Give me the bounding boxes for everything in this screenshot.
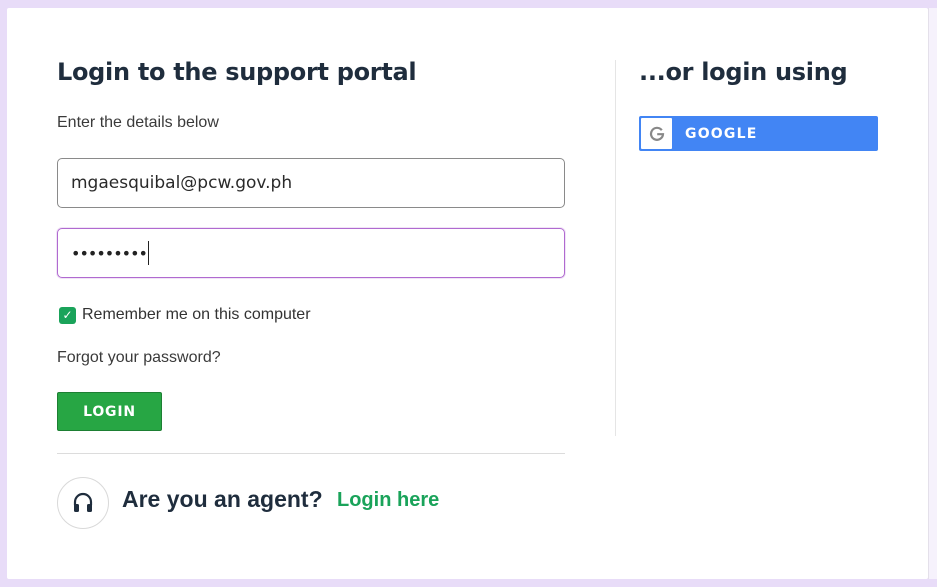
vertical-divider — [615, 60, 616, 436]
remember-me-checkbox[interactable]: ✓ Remember me on this computer — [59, 306, 311, 324]
remember-me-label: Remember me on this computer — [82, 306, 311, 323]
login-title: Login to the support portal — [57, 58, 417, 86]
agent-question: Are you an agent? — [122, 486, 323, 512]
text-caret — [147, 241, 149, 265]
login-subtitle: Enter the details below — [57, 114, 219, 131]
google-g-icon — [641, 118, 672, 149]
headset-icon — [57, 477, 109, 529]
page-scroll-edge — [928, 8, 937, 579]
password-field[interactable]: ••••••••• — [57, 228, 565, 278]
checkbox-checked-icon: ✓ — [59, 306, 76, 324]
login-card: Login to the support portal Enter the de… — [7, 8, 928, 579]
google-login-button[interactable]: GOOGLE — [639, 116, 878, 151]
agent-login-link[interactable]: Login here — [337, 489, 439, 512]
password-mask: ••••••••• — [71, 243, 148, 263]
login-button[interactable]: LOGIN — [57, 392, 162, 431]
email-field[interactable] — [57, 158, 565, 208]
divider — [57, 453, 565, 454]
alt-login-title: ...or login using — [639, 58, 848, 86]
forgot-password-link[interactable]: Forgot your password? — [57, 349, 221, 367]
google-button-label: GOOGLE — [685, 125, 758, 142]
